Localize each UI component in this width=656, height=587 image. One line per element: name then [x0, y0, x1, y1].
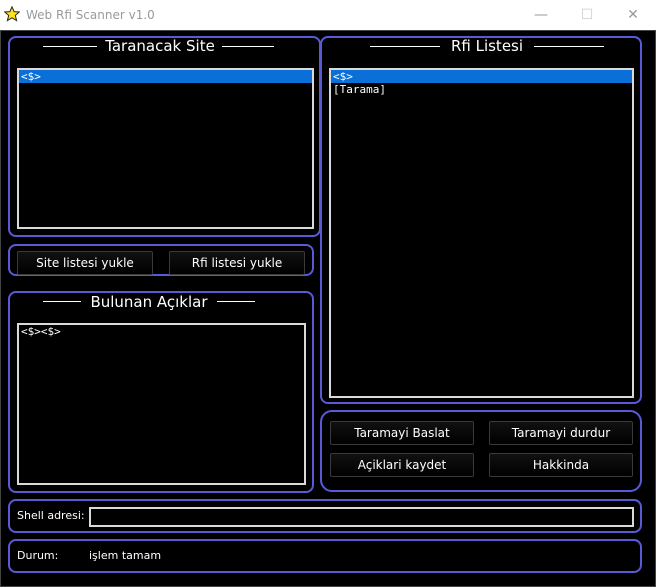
- save-vulnerabilities-button[interactable]: Açiklari kaydet: [330, 453, 474, 477]
- minimize-icon: —: [534, 7, 548, 23]
- site-panel-heading: Taranacak Site: [105, 37, 215, 55]
- rfi-listbox[interactable]: <$> [Tarama]: [329, 68, 634, 398]
- load-rfi-list-button[interactable]: Rfi listesi yukle: [169, 251, 305, 275]
- close-button[interactable]: ✕: [610, 0, 656, 30]
- minimize-button[interactable]: —: [518, 0, 564, 30]
- star-icon: [4, 6, 20, 22]
- window-title: Web Rfi Scanner v1.0: [26, 8, 155, 22]
- close-icon: ✕: [627, 7, 639, 23]
- rfi-heading-rule-left: [370, 46, 440, 47]
- title-bar: Web Rfi Scanner v1.0 — ☐ ✕: [0, 0, 656, 30]
- rfi-panel-heading: Rfi Listesi: [450, 37, 524, 55]
- start-scan-button[interactable]: Taramayi Baslat: [330, 421, 474, 445]
- rfi-list-item[interactable]: [Tarama]: [331, 83, 632, 96]
- shell-address-label: Shell adresi:: [17, 509, 85, 522]
- load-site-list-button[interactable]: Site listesi yukle: [17, 251, 153, 275]
- status-value: işlem tamam: [89, 549, 162, 562]
- stop-scan-button[interactable]: Taramayi durdur: [489, 421, 633, 445]
- site-list-item[interactable]: <$>: [19, 70, 312, 83]
- maximize-button[interactable]: ☐: [564, 0, 610, 30]
- site-heading-rule-right: [222, 46, 274, 47]
- found-listbox[interactable]: <$><$>: [17, 323, 306, 485]
- rfi-heading-rule-right: [534, 46, 604, 47]
- found-heading-rule-right: [217, 301, 255, 302]
- shell-address-input[interactable]: [89, 507, 634, 527]
- found-panel-heading: Bulunan Açıklar: [90, 293, 208, 311]
- about-button[interactable]: Hakkinda: [489, 453, 633, 477]
- status-label: Durum:: [17, 549, 59, 562]
- site-heading-rule-left: [43, 46, 97, 47]
- found-heading-rule-left: [43, 301, 81, 302]
- rfi-list-item[interactable]: <$>: [331, 70, 632, 83]
- found-list-item[interactable]: <$><$>: [19, 325, 304, 338]
- site-listbox[interactable]: <$>: [17, 68, 314, 229]
- maximize-icon: ☐: [580, 7, 594, 23]
